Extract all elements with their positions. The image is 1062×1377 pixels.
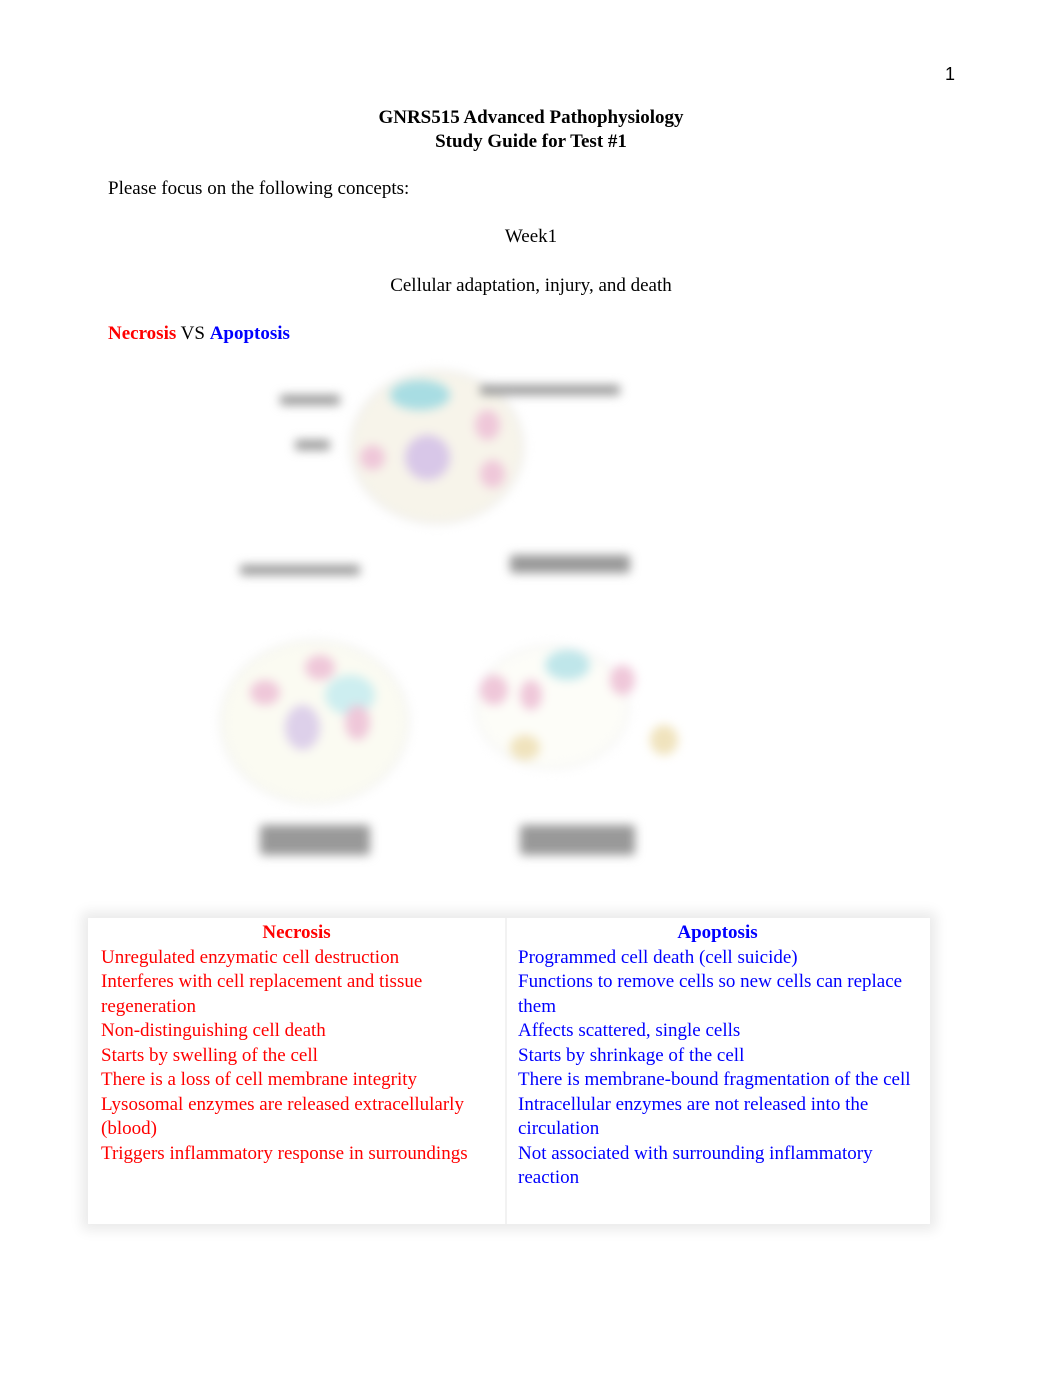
organelle-pink [610,665,635,695]
document-subtitle: Study Guide for Test #1 [435,131,627,152]
organelle-cyan [545,650,590,680]
topic-title: Cellular adaptation, injury, and death [390,275,672,296]
apoptotic-body [650,725,678,755]
heading-vs: VS [176,323,210,344]
table-row: Triggers inflammatory response in surrou… [88,1142,930,1191]
heading-necrosis: Necrosis [108,323,177,344]
table-row: There is a loss of cell membrane integri… [88,1068,930,1093]
label-placeholder [295,440,330,450]
organelle-pink [345,705,370,740]
section-heading: Necrosis VS Apoptosis [108,323,290,345]
heading-apoptosis: Apoptosis [209,323,290,344]
label-placeholder [240,565,360,575]
apoptosis-cell: Intracellular enzymes are not released i… [518,1093,869,1140]
organelle-pink [250,680,280,705]
intro-text: Please focus on the following concepts: [108,178,410,199]
apoptosis-cell: Affects scattered, single cells [518,1020,741,1041]
organelle-pink [520,680,542,710]
necrosis-cell: Triggers inflammatory response in surrou… [101,1142,468,1164]
label-placeholder [480,385,620,395]
apoptotic-body [510,735,540,760]
necrosis-cell: Non-distinguishing cell death [101,1020,326,1041]
cell-death-diagram [200,360,700,880]
comparison-table: Necrosis Apoptosis Unregulated enzymatic… [88,918,930,1224]
table-row: Starts by swelling of the cell Starts by… [88,1044,930,1069]
necrosis-cell: Starts by swelling of the cell [101,1044,318,1066]
organelle-pink [480,675,508,705]
necrosis-label-box [260,825,370,855]
table-row: Interferes with cell replacement and tis… [88,970,930,1019]
label-placeholder [280,395,340,405]
header-apoptosis: Apoptosis [677,922,758,943]
apoptosis-cell: Programmed cell death (cell suicide) [518,946,798,968]
table-header-row: Necrosis Apoptosis [88,918,930,946]
necrosis-cell: Interferes with cell replacement and tis… [101,971,423,1017]
column-divider [505,918,507,1224]
label-placeholder [510,555,630,573]
table-row: Unregulated enzymatic cell destruction P… [88,946,930,971]
necrosis-cell: There is a loss of cell membrane integri… [101,1069,418,1090]
table-row: Lysosomal enzymes are released extracell… [88,1093,930,1142]
table-row: Non-distinguishing cell death Affects sc… [88,1019,930,1044]
necrosis-cell: Unregulated enzymatic cell destruction [101,946,400,968]
header-necrosis: Necrosis [262,922,331,943]
apoptosis-cell: Starts by shrinkage of the cell [518,1044,745,1066]
week-label: Week1 [504,226,558,247]
page-number: 1 [945,64,956,84]
organelle-pink [475,410,500,440]
organelle-pink [360,445,385,470]
organelle-pink [480,460,505,488]
organelle-cyan [390,380,450,410]
necrosis-cell: Lysosomal enzymes are released extracell… [101,1093,464,1140]
apoptosis-label-box [520,825,635,855]
apoptosis-cell: Functions to remove cells so new cells c… [518,971,903,1017]
organelle-pink [305,655,335,680]
apoptosis-cell: There is membrane-bound fragmentation of… [518,1069,911,1090]
document-title: GNRS515 Advanced Pathophysiology [378,107,684,128]
nucleus [405,435,450,480]
nucleus [285,705,320,750]
apoptosis-cell: Not associated with surrounding inflamma… [518,1142,873,1189]
